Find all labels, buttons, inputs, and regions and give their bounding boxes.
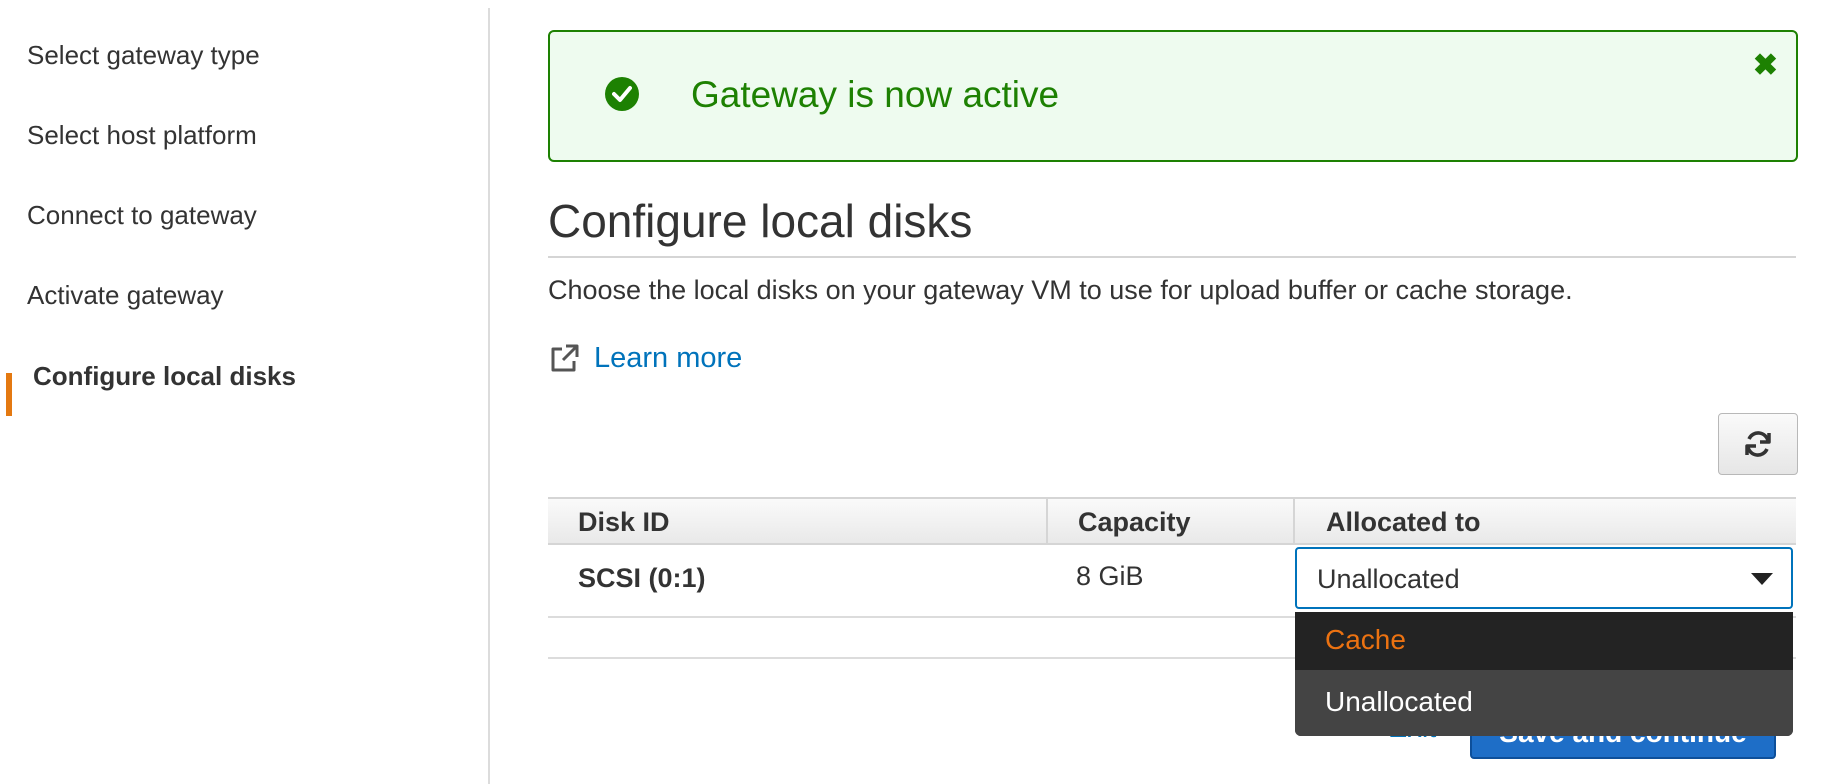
- wizard-steps-sidebar: Select gateway type Select host platform…: [0, 0, 488, 784]
- check-circle-icon: [605, 77, 639, 111]
- success-alert: Gateway is now active ✖: [548, 30, 1798, 162]
- column-header-capacity[interactable]: Capacity: [1078, 507, 1191, 538]
- sidebar-item-configure-local-disks[interactable]: Configure local disks: [33, 361, 296, 392]
- capacity-cell: 8 GiB: [1076, 561, 1144, 591]
- sidebar-item-connect-to-gateway[interactable]: Connect to gateway: [27, 200, 257, 231]
- column-separator: [1293, 499, 1295, 543]
- chevron-down-icon: [1751, 573, 1773, 585]
- alert-message: Gateway is now active: [691, 74, 1060, 115]
- refresh-icon: [1745, 431, 1771, 457]
- sidebar-item-select-gateway-type[interactable]: Select gateway type: [27, 40, 260, 71]
- sidebar-item-select-host-platform[interactable]: Select host platform: [27, 120, 257, 151]
- active-step-indicator: [6, 373, 12, 416]
- learn-more-link[interactable]: Learn more: [548, 341, 742, 375]
- sidebar-divider: [488, 8, 490, 784]
- select-current-value: Unallocated: [1317, 564, 1460, 594]
- sidebar-item-activate-gateway[interactable]: Activate gateway: [27, 280, 224, 311]
- title-divider: [548, 256, 1796, 258]
- column-header-allocated-to[interactable]: Allocated to: [1326, 507, 1481, 538]
- page-title: Configure local disks: [548, 195, 973, 247]
- close-icon[interactable]: ✖: [1753, 48, 1778, 83]
- allocated-to-select[interactable]: Unallocated: [1295, 547, 1793, 609]
- disks-table-header: Disk ID Capacity Allocated to: [548, 497, 1796, 545]
- dropdown-option-label: Cache: [1325, 624, 1406, 655]
- disk-id-cell: SCSI (0:1): [578, 563, 706, 593]
- page-description: Choose the local disks on your gateway V…: [548, 275, 1573, 305]
- dropdown-option-label: Unallocated: [1325, 686, 1473, 717]
- dropdown-option-cache[interactable]: Cache: [1295, 612, 1793, 670]
- column-header-disk-id[interactable]: Disk ID: [578, 507, 670, 538]
- learn-more-label[interactable]: Learn more: [594, 342, 742, 375]
- column-separator: [1046, 499, 1048, 543]
- refresh-button[interactable]: [1718, 413, 1798, 475]
- external-link-icon: [551, 344, 579, 372]
- allocated-to-dropdown-menu: Cache Unallocated: [1295, 612, 1793, 736]
- dropdown-option-unallocated[interactable]: Unallocated: [1295, 670, 1793, 736]
